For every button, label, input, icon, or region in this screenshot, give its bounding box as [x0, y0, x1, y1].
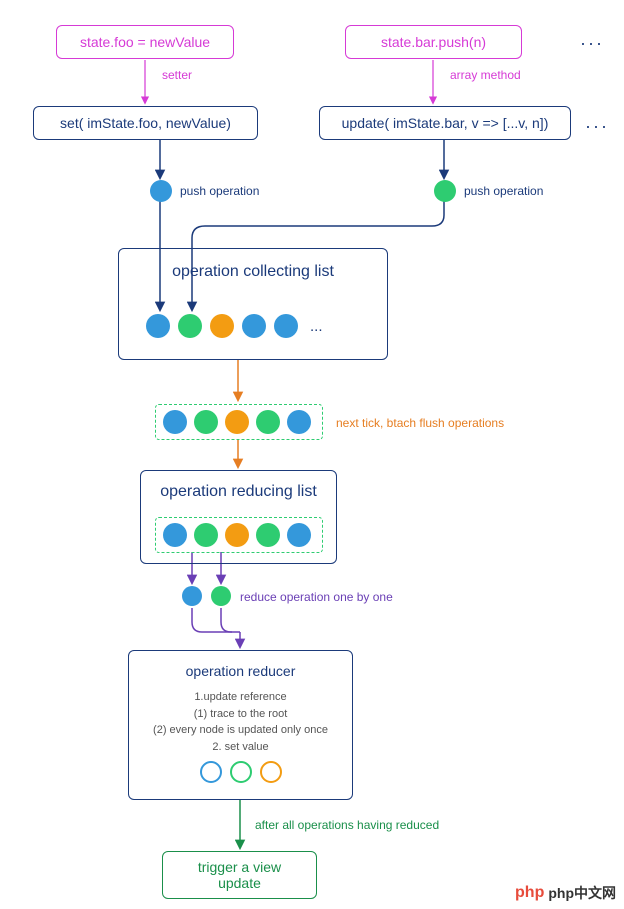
- after-label: after all operations having reduced: [255, 818, 439, 832]
- reducer-title: operation reducer: [186, 663, 296, 679]
- reduce-step-label: reduce operation one by one: [240, 590, 393, 604]
- reducing-title: operation reducing list: [160, 483, 317, 501]
- php-logo-icon: php: [515, 884, 544, 902]
- array-method-label: array method: [450, 68, 521, 82]
- op-dot: [194, 410, 218, 434]
- op-dot: [194, 523, 218, 547]
- op-dot: [287, 410, 311, 434]
- batch-label: next tick, btach flush operations: [336, 416, 504, 430]
- ellipsis-icon: ···: [580, 33, 604, 54]
- trigger-label: trigger a view update: [177, 859, 302, 891]
- collecting-ellipsis: ...: [310, 318, 323, 335]
- state-bar-code: state.bar.push(n): [381, 34, 486, 50]
- update-call-box: update( imState.bar, v => [...v, n]): [319, 106, 571, 140]
- reducer-rings: [200, 761, 282, 783]
- reducer-line1: 1.update reference: [153, 689, 328, 706]
- reduce-dot-green: [211, 586, 231, 606]
- reducer-line2: (1) trace to the root: [153, 706, 328, 723]
- op-dot: [225, 523, 249, 547]
- op-dot: [225, 410, 249, 434]
- collecting-title: operation collecting list: [139, 263, 367, 281]
- reducing-dots: [163, 523, 311, 547]
- reducer-box: operation reducer 1.update reference (1)…: [128, 650, 353, 800]
- ellipsis-icon: ···: [585, 116, 609, 137]
- reduce-dot-blue: [182, 586, 202, 606]
- php-cn-logo: php php中文网: [515, 883, 616, 903]
- op-dot: [163, 523, 187, 547]
- state-foo-setter-box: state.foo = newValue: [56, 25, 234, 59]
- push-op-label-left: push operation: [180, 184, 259, 198]
- set-call-code: set( imState.foo, newValue): [60, 115, 231, 131]
- op-dot: [210, 314, 234, 338]
- op-dot: [242, 314, 266, 338]
- logo-text: php中文网: [548, 883, 616, 903]
- setter-label: setter: [162, 68, 192, 82]
- op-dot: [287, 523, 311, 547]
- op-dot: [256, 523, 280, 547]
- trigger-box: trigger a view update: [162, 851, 317, 899]
- ring-icon: [260, 761, 282, 783]
- reducer-line4: 2. set value: [153, 739, 328, 756]
- reducer-line3: (2) every node is updated only once: [153, 722, 328, 739]
- ring-icon: [230, 761, 252, 783]
- collecting-list-box: operation collecting list: [118, 248, 388, 360]
- update-call-code: update( imState.bar, v => [...v, n]): [342, 115, 549, 131]
- op-dot-green: [434, 180, 456, 202]
- collecting-list-dots: ...: [146, 314, 323, 338]
- op-dot: [146, 314, 170, 338]
- push-op-label-right: push operation: [464, 184, 543, 198]
- ring-icon: [200, 761, 222, 783]
- batch-dots: [163, 410, 311, 434]
- reducer-body: 1.update reference (1) trace to the root…: [153, 689, 328, 755]
- op-dot: [274, 314, 298, 338]
- state-foo-code: state.foo = newValue: [80, 34, 210, 50]
- set-call-box: set( imState.foo, newValue): [33, 106, 258, 140]
- op-dot: [178, 314, 202, 338]
- op-dot: [256, 410, 280, 434]
- state-bar-push-box: state.bar.push(n): [345, 25, 522, 59]
- op-dot: [163, 410, 187, 434]
- op-dot-blue: [150, 180, 172, 202]
